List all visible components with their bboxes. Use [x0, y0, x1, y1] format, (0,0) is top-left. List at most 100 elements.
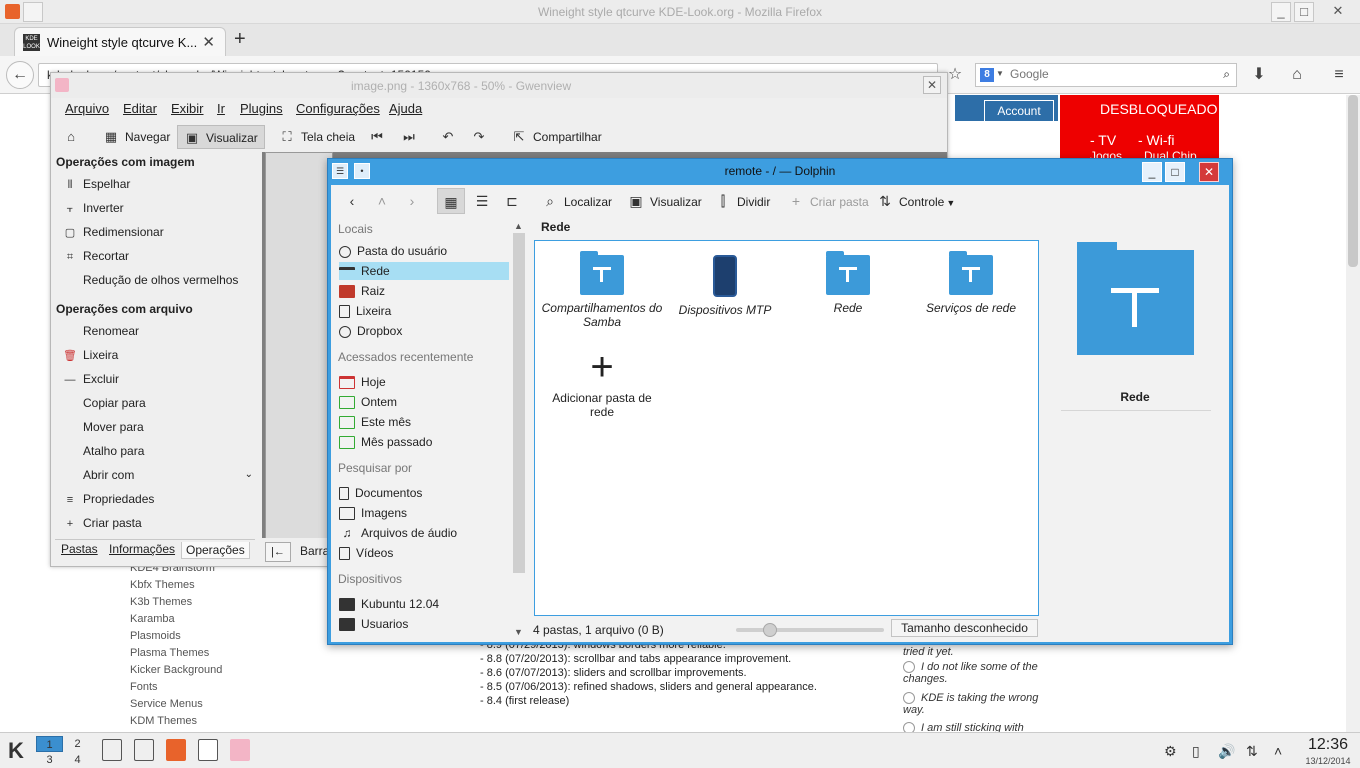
- zoom-slider-handle[interactable]: [762, 623, 777, 637]
- breadcrumb[interactable]: Rede: [541, 220, 570, 234]
- page-scrollbar[interactable]: [1346, 95, 1360, 732]
- item-samba[interactable]: Compartilhamentos do Samba: [541, 251, 663, 329]
- op-propriedades[interactable]: ≡ Propriedades: [63, 490, 155, 508]
- recent-hoje[interactable]: Hoje: [339, 373, 509, 391]
- menu-ir[interactable]: Ir: [217, 101, 225, 116]
- category-link[interactable]: Plasma Themes: [130, 647, 209, 659]
- place-lixeira[interactable]: Lixeira: [339, 302, 509, 320]
- rotate-right-button[interactable]: ↷: [471, 125, 493, 149]
- task-manager-icon[interactable]: [102, 739, 122, 761]
- close-icon[interactable]: ✕: [923, 76, 941, 94]
- menu-plugins[interactable]: Plugins: [240, 101, 283, 116]
- op-olhos-vermelhos[interactable]: Redução de olhos vermelhos: [63, 271, 238, 289]
- controle-button[interactable]: ⇅ Controle ▼: [876, 188, 955, 214]
- home-icon[interactable]: ⌂: [1286, 64, 1308, 86]
- dividir-button[interactable]: ⫿ Dividir: [714, 188, 771, 214]
- menu-arquivo[interactable]: Arquivo: [65, 101, 109, 116]
- menu-editar[interactable]: Editar: [123, 101, 157, 116]
- op-copiar[interactable]: Copiar para: [63, 394, 146, 412]
- radio-button[interactable]: [903, 661, 915, 674]
- desktop-3[interactable]: 3: [36, 752, 63, 768]
- file-view[interactable]: Compartilhamentos do Samba Dispositivos …: [534, 240, 1039, 616]
- menu-configuracoes[interactable]: Configurações: [296, 101, 380, 116]
- account-button[interactable]: Account: [984, 100, 1054, 122]
- kde-menu-icon[interactable]: K: [2, 737, 30, 765]
- network-tray-icon[interactable]: ⚙: [1164, 743, 1177, 760]
- up-button[interactable]: ˄: [373, 188, 396, 214]
- search-input[interactable]: [1010, 67, 1200, 81]
- back-button[interactable]: ‹: [343, 188, 366, 214]
- document-icon[interactable]: [198, 739, 218, 761]
- poll-option[interactable]: I do not like some of the changes.: [903, 661, 1063, 685]
- close-icon[interactable]: ✕: [1328, 2, 1348, 22]
- chevron-down-icon[interactable]: ⌄: [245, 466, 253, 484]
- updates-icon[interactable]: ⇅: [1246, 743, 1258, 760]
- menu-exibir[interactable]: Exibir: [171, 101, 204, 116]
- volume-icon[interactable]: 🔊: [1218, 743, 1235, 760]
- tree-view-button[interactable]: ⊏: [503, 188, 526, 214]
- scroll-up-icon[interactable]: ▲: [514, 221, 523, 231]
- category-link[interactable]: Plasmoids: [130, 630, 181, 642]
- op-lixeira[interactable]: 🗑 Lixeira: [63, 346, 118, 364]
- desktop-1[interactable]: 1: [36, 736, 63, 752]
- place-dropbox[interactable]: Dropbox: [339, 322, 509, 340]
- op-criar-pasta[interactable]: + Criar pasta: [63, 514, 142, 532]
- category-link[interactable]: Kbfx Themes: [130, 579, 195, 591]
- next-button[interactable]: ⏭: [401, 125, 423, 149]
- device-kubuntu[interactable]: Kubuntu 12.04: [339, 595, 509, 613]
- minimize-icon[interactable]: _: [1142, 162, 1162, 182]
- recent-ontem[interactable]: Ontem: [339, 393, 509, 411]
- tab-informacoes[interactable]: Informações: [109, 542, 175, 556]
- localizar-button[interactable]: ⌕ Localizar: [541, 188, 612, 214]
- recent-este-mes[interactable]: Este mês: [339, 413, 509, 431]
- places-scrollbar[interactable]: ▲ ▼: [512, 219, 526, 639]
- op-recortar[interactable]: ⌗ Recortar: [63, 247, 129, 265]
- op-atalho[interactable]: Atalho para: [63, 442, 144, 460]
- desktop-4[interactable]: 4: [64, 752, 91, 768]
- tab-close-icon[interactable]: ✕: [202, 33, 215, 51]
- new-tab-button[interactable]: +: [234, 28, 246, 51]
- compartilhar-button[interactable]: ⇱ Compartilhar: [511, 125, 602, 149]
- previous-button[interactable]: ⏮: [369, 125, 391, 149]
- firefox-icon[interactable]: [166, 739, 186, 761]
- visualizar-button[interactable]: ▣ Visualizar: [177, 125, 265, 149]
- search-icon[interactable]: ⌕: [1223, 67, 1230, 82]
- op-inverter[interactable]: ⫟ Inverter: [63, 199, 124, 217]
- menu-icon[interactable]: ≡: [1328, 64, 1350, 86]
- tab-operacoes[interactable]: Operações: [181, 542, 250, 559]
- device-notifier-icon[interactable]: ▯: [1192, 743, 1200, 760]
- radio-button[interactable]: [903, 692, 915, 705]
- search-audio[interactable]: ♫ Arquivos de áudio: [339, 524, 509, 542]
- rotate-left-button[interactable]: ↶: [440, 125, 462, 149]
- category-link[interactable]: Karamba: [130, 613, 175, 625]
- close-icon[interactable]: ✕: [1199, 162, 1219, 182]
- op-excluir[interactable]: — Excluir: [63, 370, 120, 388]
- op-redimensionar[interactable]: ▢ Redimensionar: [63, 223, 164, 241]
- place-rede[interactable]: Rede: [339, 262, 509, 280]
- poll-option[interactable]: KDE is taking the wrong way.: [903, 692, 1063, 716]
- maximize-icon[interactable]: □: [1294, 2, 1314, 22]
- item-servicos[interactable]: Serviços de rede: [910, 251, 1032, 315]
- gwenview-eye-icon[interactable]: [230, 739, 250, 761]
- op-abrir-com[interactable]: Abrir com ⌄: [63, 466, 253, 484]
- clock-time[interactable]: 12:36: [1298, 736, 1358, 754]
- category-link[interactable]: K3b Themes: [130, 596, 192, 608]
- minimize-icon[interactable]: _: [1271, 2, 1291, 22]
- promo-banner[interactable]: DESBLOQUEADO - TV - Wi-fi Jogos Dual Chi…: [1060, 95, 1219, 163]
- forward-button[interactable]: ›: [403, 188, 426, 214]
- download-icon[interactable]: ⬇: [1248, 64, 1270, 86]
- search-documentos[interactable]: Documentos: [339, 484, 509, 502]
- place-raiz[interactable]: Raiz: [339, 282, 509, 300]
- system-monitor-icon[interactable]: [134, 739, 154, 761]
- tab-pastas[interactable]: Pastas: [61, 542, 98, 556]
- scrollbar-track[interactable]: [513, 233, 525, 573]
- op-espelhar[interactable]: ⫴ Espelhar: [63, 175, 131, 193]
- category-link[interactable]: Service Menus: [130, 698, 203, 710]
- icons-view-button[interactable]: ▦: [437, 188, 465, 214]
- criar-pasta-button[interactable]: + Criar pasta: [787, 188, 869, 214]
- menu-ajuda[interactable]: Ajuda: [389, 101, 422, 116]
- search-box[interactable]: 8 ▼ ⌕: [975, 63, 1237, 87]
- category-link[interactable]: Fonts: [130, 681, 158, 693]
- chevron-up-icon[interactable]: ˄: [1274, 743, 1282, 759]
- navegar-button[interactable]: ▦ Navegar: [103, 125, 171, 149]
